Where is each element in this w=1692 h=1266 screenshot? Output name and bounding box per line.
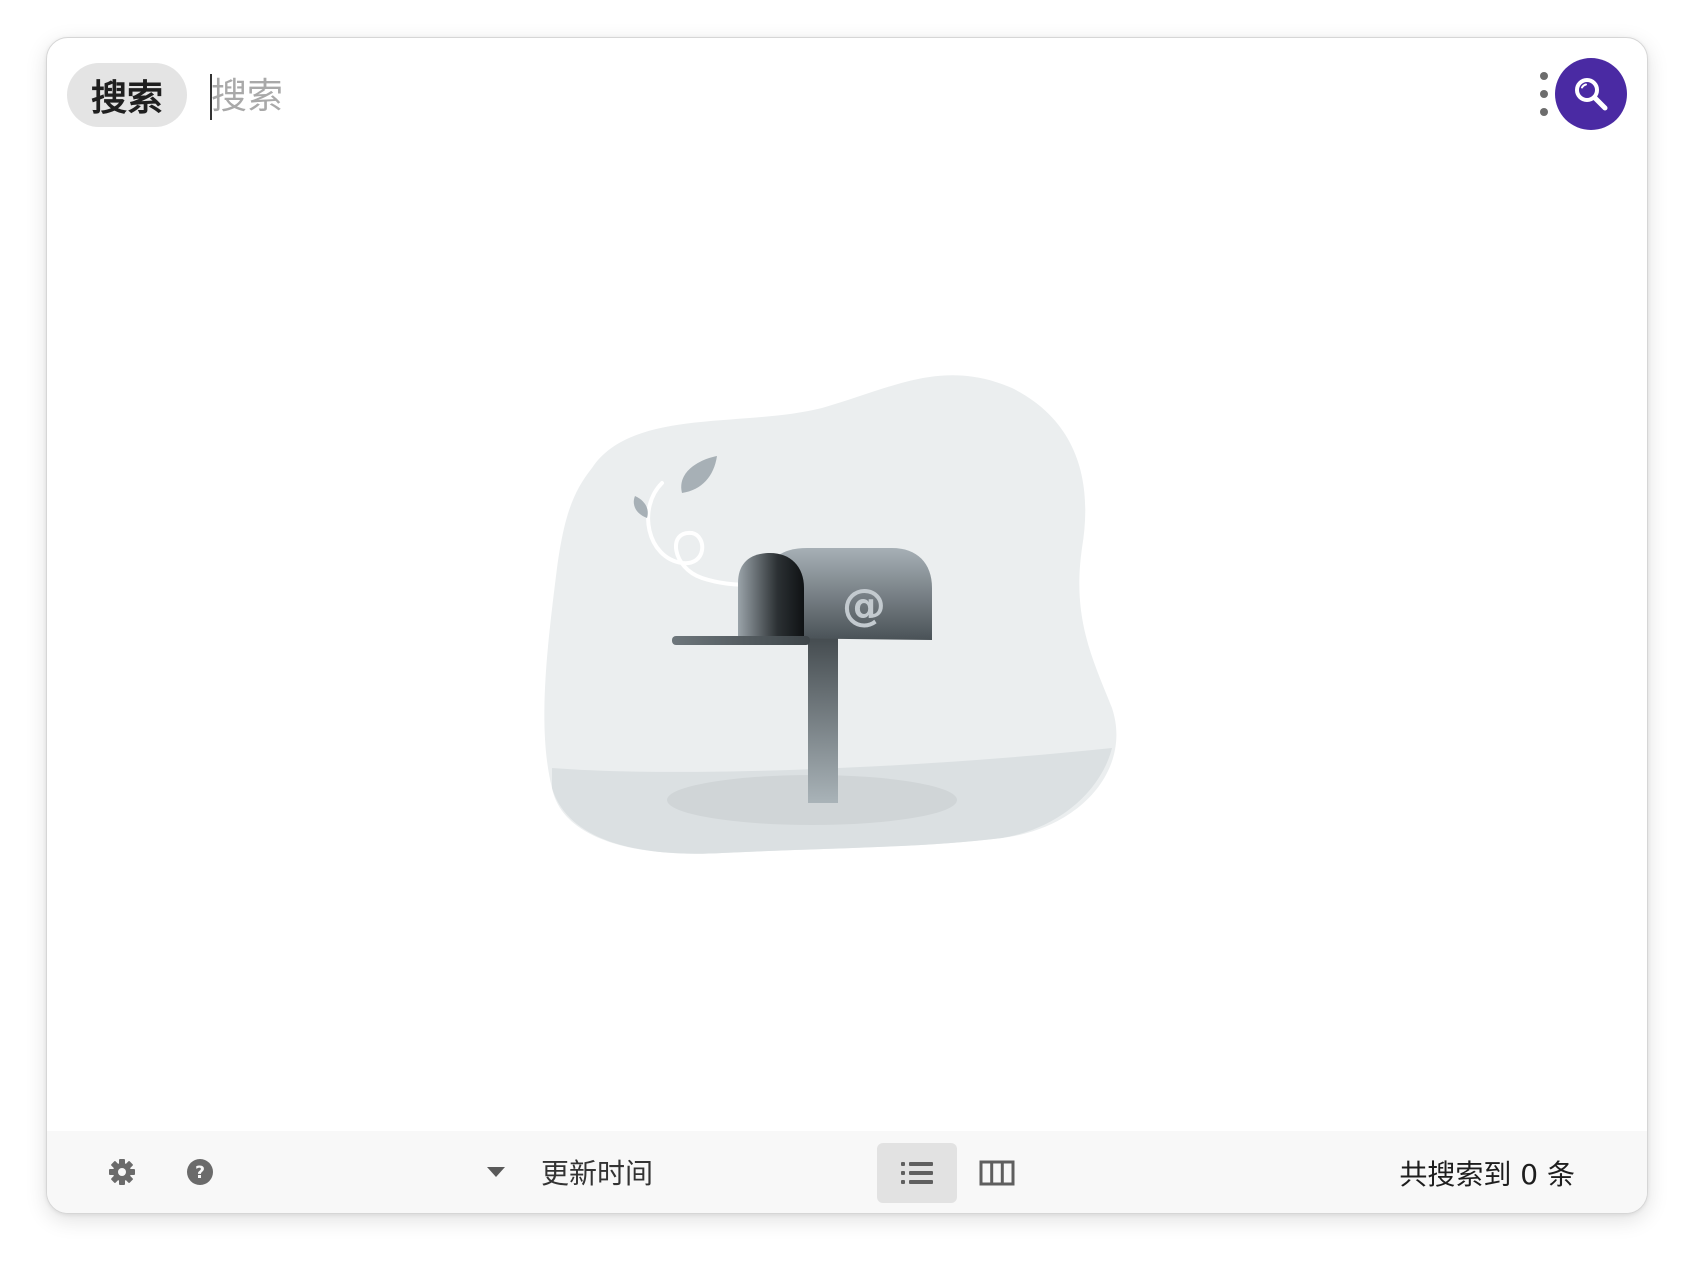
text-caret <box>210 74 212 120</box>
search-icon <box>1575 78 1608 111</box>
at-sign-icon: @ <box>842 580 886 631</box>
search-input-wrapper <box>209 68 1459 124</box>
more-options-button[interactable] <box>1532 72 1556 116</box>
column-view-icon <box>979 1160 1015 1186</box>
help-button[interactable]: ? <box>185 1157 215 1187</box>
more-dot <box>1540 108 1548 116</box>
caret-down-icon <box>487 1167 505 1177</box>
gear-icon <box>109 1159 135 1185</box>
search-header: 搜索 <box>47 38 1647 150</box>
sort-label: 更新时间 <box>541 1157 654 1190</box>
more-dot <box>1540 90 1548 98</box>
settings-button[interactable] <box>107 1157 137 1187</box>
list-view-icon <box>901 1162 933 1184</box>
search-scope-chip[interactable]: 搜索 <box>67 63 187 127</box>
empty-state-illustration: @ <box>544 375 1117 854</box>
search-button[interactable] <box>1555 58 1627 130</box>
mailbox-post <box>808 638 838 803</box>
list-view-button[interactable] <box>877 1143 957 1203</box>
sort-selector[interactable]: 更新时间 <box>487 1149 653 1195</box>
column-view-button[interactable] <box>957 1143 1037 1203</box>
mailbox-door <box>738 553 804 640</box>
mailbox-flap <box>672 636 810 645</box>
svg-text:?: ? <box>195 1163 205 1183</box>
help-icon: ? <box>187 1159 213 1185</box>
search-input[interactable] <box>209 68 1459 124</box>
app-window: 搜索 搜索 @ ? 更新时间 共搜索到 0 条 <box>46 37 1648 1214</box>
result-count: 共搜索到 0 条 <box>1399 1158 1575 1191</box>
bottom-toolbar: ? 更新时间 共搜索到 0 条 <box>47 1131 1647 1213</box>
more-vertical-icon <box>1540 72 1548 80</box>
